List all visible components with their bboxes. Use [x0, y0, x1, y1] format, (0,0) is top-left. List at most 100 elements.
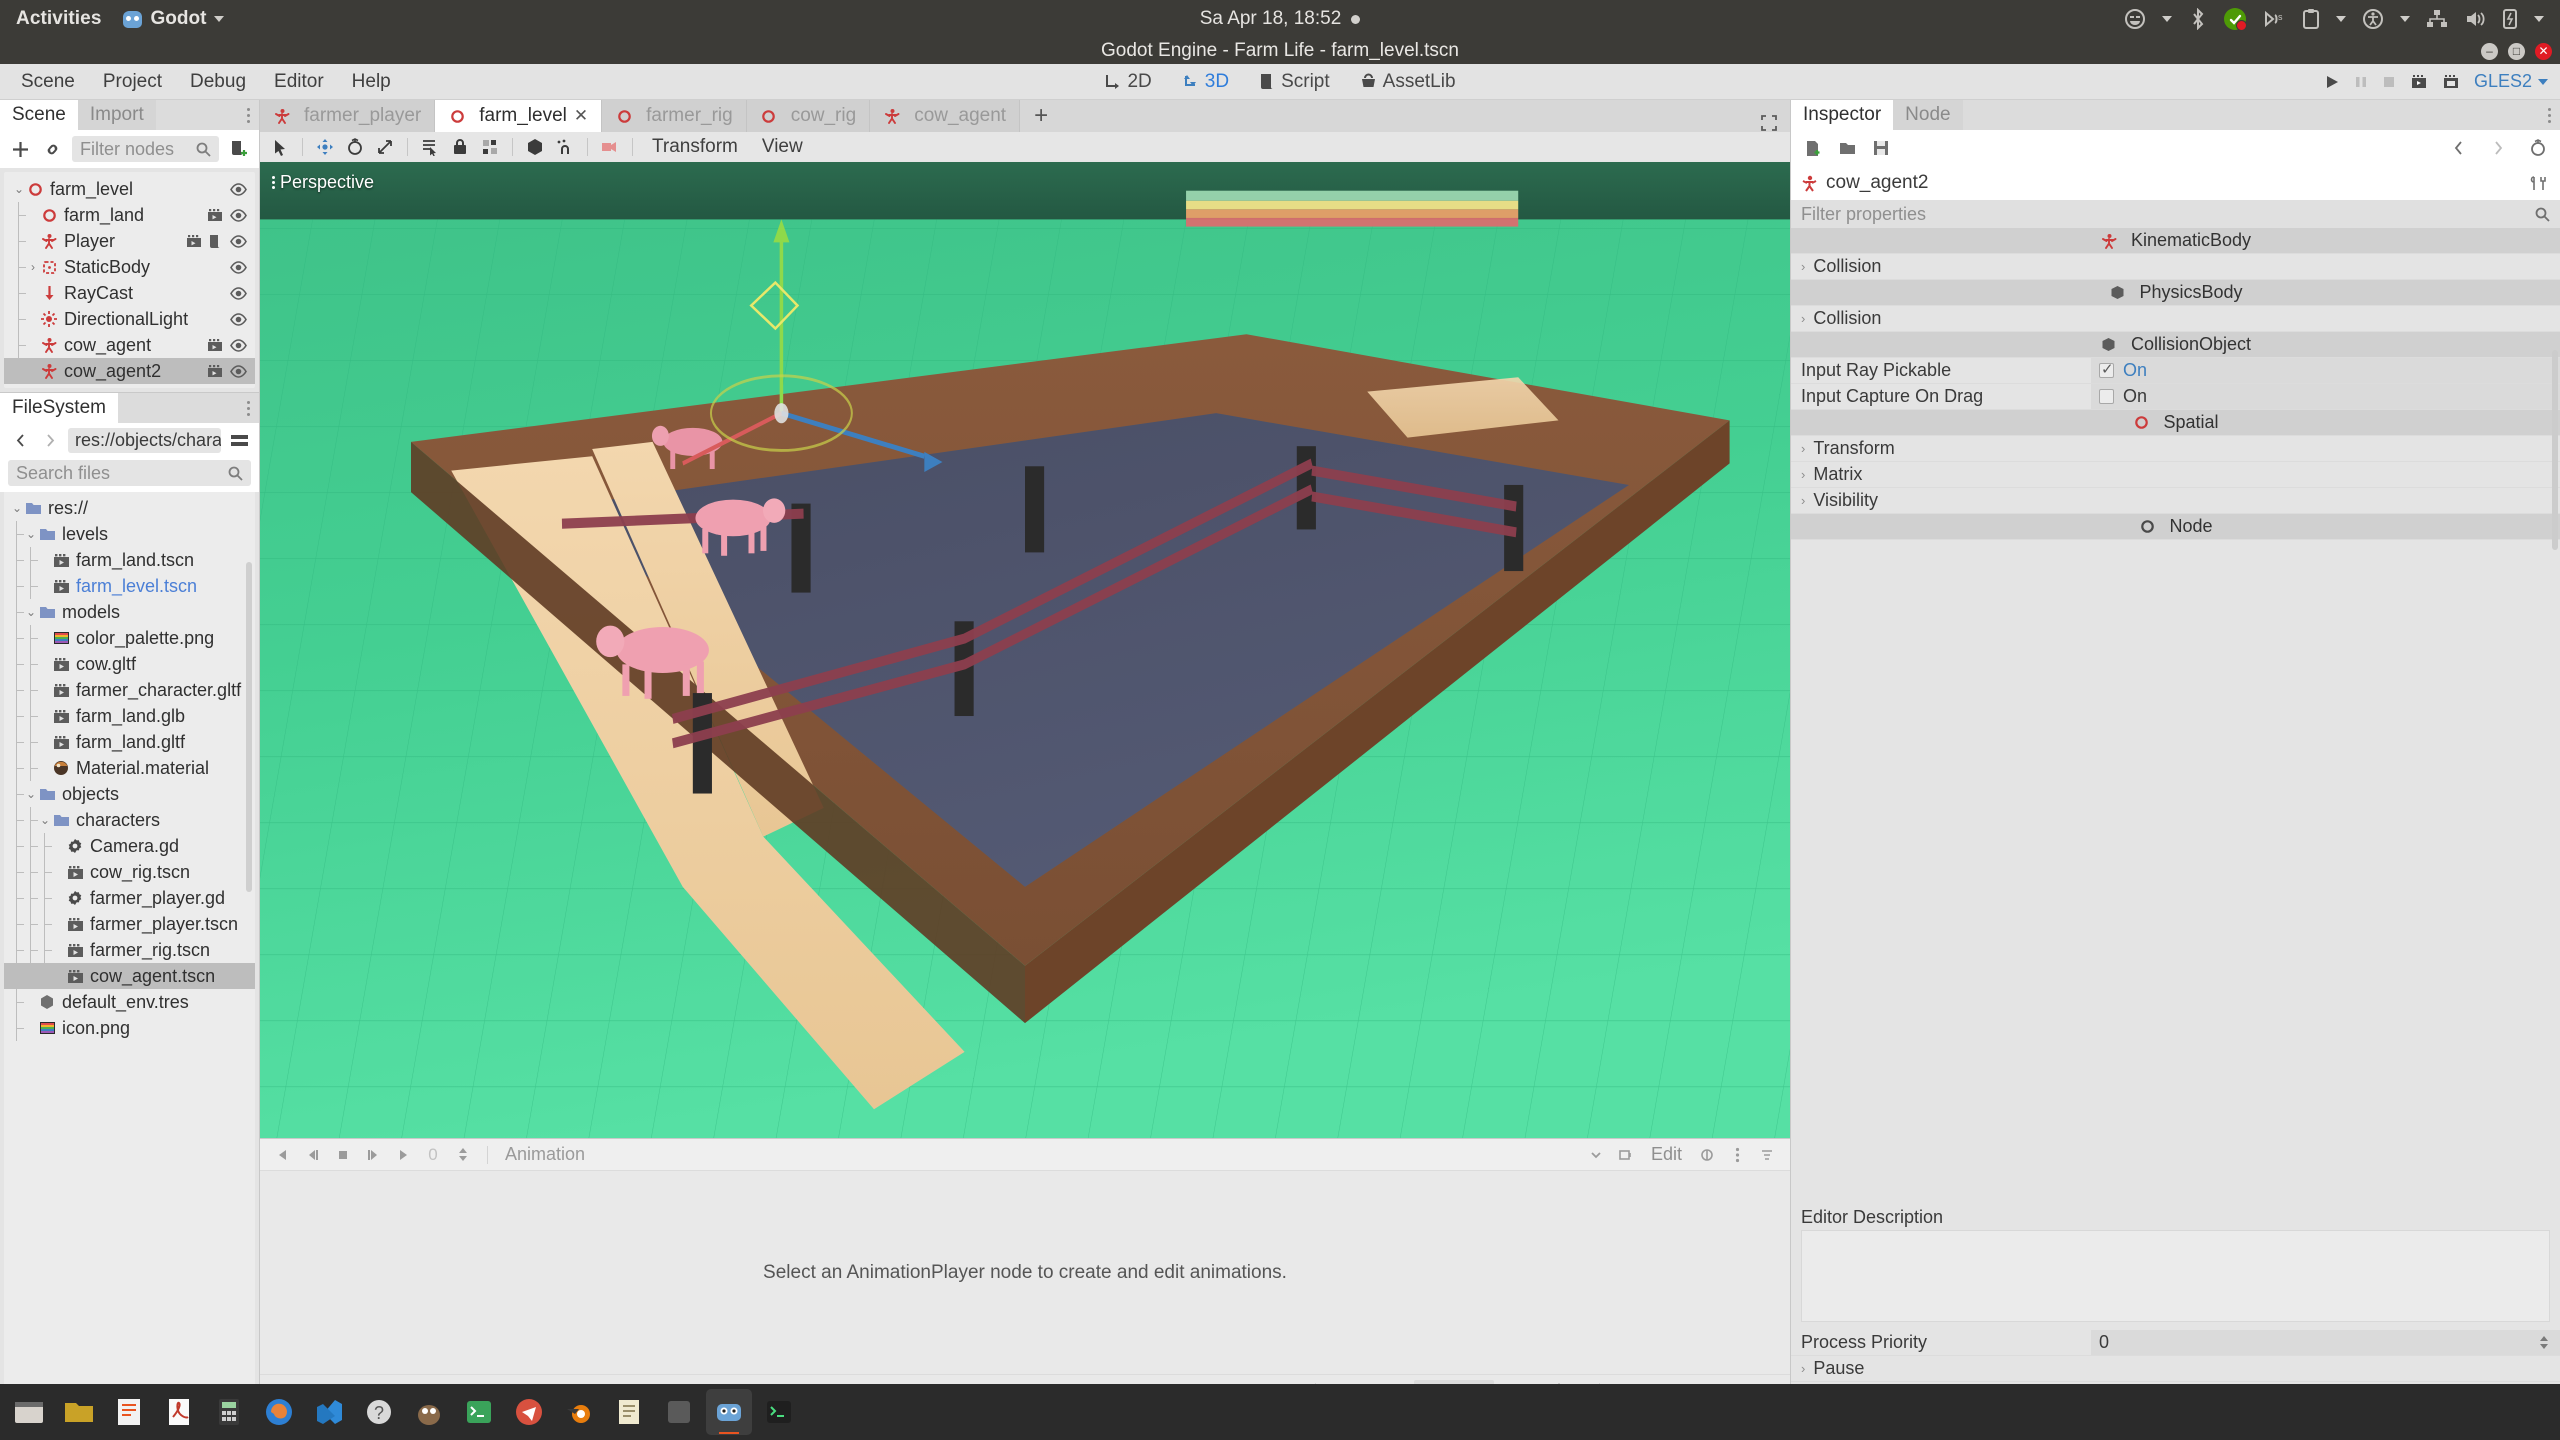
filter-nodes-input[interactable]: Filter nodes [72, 136, 219, 162]
add-node-icon[interactable] [8, 137, 32, 161]
snap-icon[interactable] [552, 135, 578, 159]
back-icon[interactable] [2446, 136, 2470, 160]
app-menu-button[interactable]: Godot [123, 8, 225, 30]
checkbox[interactable] [2099, 360, 2114, 378]
play-icon[interactable] [390, 1143, 416, 1167]
network-icon[interactable] [2426, 9, 2448, 29]
script-icon[interactable] [209, 234, 223, 249]
filesystem-item[interactable]: ⌄ levels [4, 521, 255, 547]
move-icon[interactable] [312, 135, 338, 159]
animation-name-field[interactable]: Animation [499, 1144, 1579, 1165]
filesystem-item[interactable]: farmer_character.gltf [4, 677, 255, 703]
scene-tab[interactable]: cow_agent [870, 100, 1021, 132]
scene-tree-node[interactable]: cow_agent2 [4, 358, 255, 384]
menu-debug[interactable]: Debug [177, 66, 259, 98]
list-select-icon[interactable] [417, 135, 443, 159]
add-scene-tab-button[interactable]: + [1020, 100, 1062, 132]
inspector-scrollbar[interactable] [2552, 350, 2558, 550]
scene-instance-icon[interactable] [207, 338, 223, 352]
menu-scene[interactable]: Scene [8, 66, 88, 98]
3d-viewport[interactable]: Perspective [260, 162, 1790, 1138]
local-space-icon[interactable] [522, 135, 548, 159]
scene-tab[interactable]: farmer_rig [602, 100, 747, 132]
visibility-icon[interactable] [230, 364, 247, 378]
scene-tree-node[interactable]: › StaticBody [4, 254, 255, 280]
clock[interactable]: Sa Apr 18, 18:52 [1200, 8, 1342, 30]
chevron-right-icon[interactable]: › [26, 260, 40, 274]
stop-icon[interactable] [330, 1143, 356, 1167]
volume-icon[interactable] [2464, 9, 2486, 29]
filesystem-item[interactable]: farmer_player.gd [4, 885, 255, 911]
inspector-category[interactable]: Node [1791, 514, 2560, 540]
link-instance-icon[interactable] [40, 137, 64, 161]
scene-tree-node[interactable]: farm_land [4, 202, 255, 228]
menu-view[interactable]: View [752, 133, 813, 161]
select-icon[interactable] [267, 135, 293, 159]
filesystem-item[interactable]: farm_level.tscn [4, 573, 255, 599]
main-button-3d[interactable]: 3D [1170, 67, 1241, 97]
emoji-icon[interactable] [2124, 8, 2146, 30]
chevron-down-icon[interactable]: ⌄ [24, 527, 38, 541]
dock-menu-icon[interactable] [247, 400, 259, 416]
open-resource-icon[interactable] [1835, 136, 1859, 160]
chevron-down-icon[interactable]: ⌄ [38, 813, 52, 827]
filter-properties-input[interactable]: Filter properties [1791, 200, 2560, 228]
filesystem-item[interactable]: farm_land.glb [4, 703, 255, 729]
inspector-property-value[interactable]: On [2091, 384, 2560, 409]
firefox-icon[interactable] [256, 1389, 302, 1435]
scene-tree-node[interactable]: RayCast [4, 280, 255, 306]
filesystem-item[interactable]: Material.material [4, 755, 255, 781]
filesystem-item[interactable]: ⌄ objects [4, 781, 255, 807]
tab-filesystem[interactable]: FileSystem [0, 393, 118, 423]
filesystem-scrollbar[interactable] [246, 562, 252, 892]
notes-icon[interactable] [606, 1389, 652, 1435]
scene-instance-icon[interactable] [207, 364, 223, 378]
main-button-2d[interactable]: 2D [1092, 67, 1163, 97]
vscode-icon[interactable] [306, 1389, 352, 1435]
chevron-down-icon[interactable] [2162, 16, 2172, 22]
pause-icon[interactable] [2354, 74, 2368, 90]
play-scene-icon[interactable] [2410, 73, 2428, 90]
toggle-split-mode-icon[interactable] [227, 429, 251, 453]
filesystem-item[interactable]: cow_agent.tscn [4, 963, 255, 989]
filesystem-item[interactable]: color_palette.png [4, 625, 255, 651]
new-resource-icon[interactable] [1801, 136, 1825, 160]
gimp-icon[interactable] [406, 1389, 452, 1435]
filesystem-item[interactable]: farmer_player.tscn [4, 911, 255, 937]
visibility-icon[interactable] [230, 260, 247, 274]
bluetooth-icon[interactable] [2188, 8, 2208, 30]
visibility-icon[interactable] [230, 208, 247, 222]
inspector-group[interactable]: › Transform [1791, 436, 2560, 462]
chevron-down-icon[interactable] [1583, 1143, 1609, 1167]
forward-icon[interactable] [2486, 136, 2510, 160]
inspector-category[interactable]: PhysicsBody [1791, 280, 2560, 306]
filesystem-item[interactable]: farm_land.tscn [4, 547, 255, 573]
object-tools-icon[interactable] [2526, 171, 2550, 195]
inspector-group[interactable]: › Matrix [1791, 462, 2560, 488]
filesystem-item[interactable]: ⌄ characters [4, 807, 255, 833]
chevron-down-icon[interactable]: ⌄ [10, 501, 24, 515]
filesystem-item[interactable]: ⌄ models [4, 599, 255, 625]
unknown-icon[interactable] [656, 1389, 702, 1435]
scene-tab[interactable]: farm_level ✕ [435, 100, 603, 132]
filesystem-item[interactable]: default_env.tres [4, 989, 255, 1015]
play-custom-scene-icon[interactable] [2442, 73, 2460, 90]
fullscreen-icon[interactable] [1760, 114, 1778, 132]
godot-icon[interactable] [706, 1389, 752, 1435]
close-button[interactable]: ✕ [2535, 42, 2552, 60]
battery-icon[interactable] [2502, 8, 2518, 30]
inspector-group[interactable]: › Collision [1791, 254, 2560, 280]
scene-tab[interactable]: farmer_player [260, 100, 436, 132]
search-files-input[interactable]: Search files [8, 460, 251, 486]
filesystem-item[interactable]: farm_land.gltf [4, 729, 255, 755]
perspective-label[interactable]: Perspective [272, 172, 374, 193]
chevron-down-icon[interactable]: ⌄ [24, 787, 38, 801]
history-icon[interactable] [2526, 136, 2550, 160]
accessibility-icon[interactable] [2362, 8, 2384, 30]
menu-icon[interactable] [1724, 1143, 1750, 1167]
filesystem-item[interactable]: icon.png [4, 1015, 255, 1041]
text-editor-icon[interactable] [106, 1389, 152, 1435]
inspector-category[interactable]: CollisionObject [1791, 332, 2560, 358]
stop-icon[interactable] [2382, 74, 2396, 90]
chevron-down-icon[interactable] [2400, 16, 2410, 22]
